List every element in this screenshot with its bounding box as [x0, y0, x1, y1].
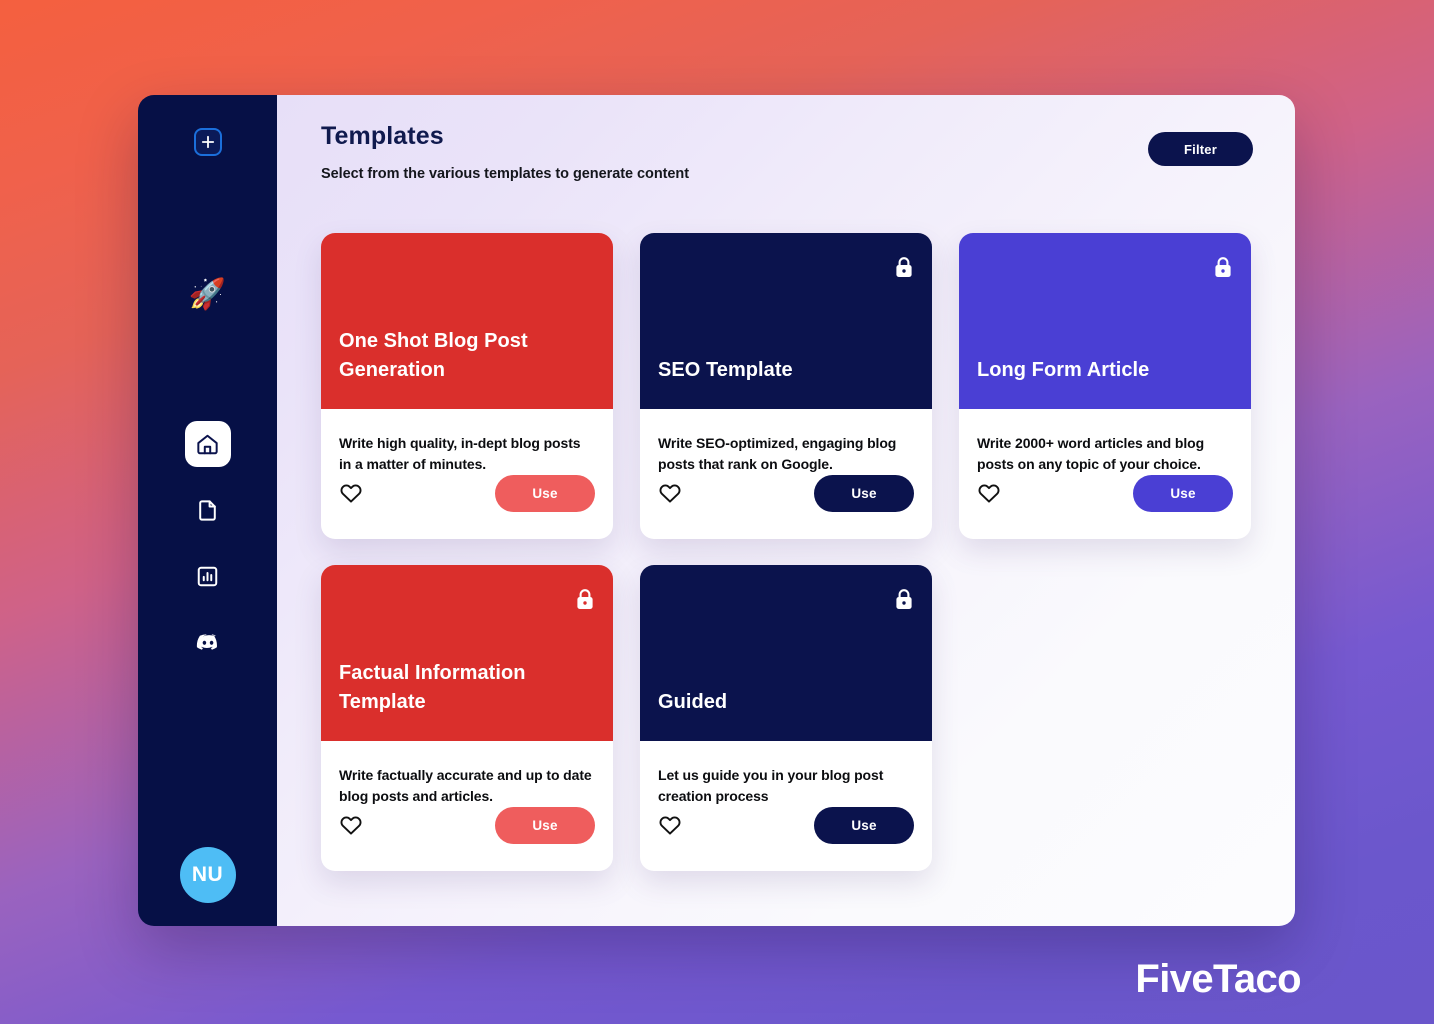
heart-icon	[977, 482, 1001, 506]
template-card-header: SEO Template	[640, 233, 932, 409]
fivetaco-watermark: FiveTaco	[1135, 957, 1301, 1001]
template-card-body: Write factually accurate and up to date …	[321, 741, 613, 871]
template-card-header: Guided	[640, 565, 932, 741]
template-title: SEO Template	[658, 359, 793, 381]
template-card-header: Factual Information Template	[321, 565, 613, 741]
template-card-body: Write high quality, in-dept blog posts i…	[321, 409, 613, 539]
plus-icon	[201, 135, 215, 149]
lock-icon	[895, 257, 913, 278]
page-subtitle: Select from the various templates to gen…	[321, 166, 689, 182]
use-button[interactable]: Use	[495, 475, 595, 512]
template-card-header: One Shot Blog Post Generation	[321, 233, 613, 409]
lock-icon	[895, 589, 913, 610]
template-card-actions: Use	[658, 475, 914, 539]
heart-icon	[339, 814, 363, 838]
template-description: Write high quality, in-dept blog posts i…	[339, 435, 581, 472]
sidebar-item-documents[interactable]	[185, 487, 231, 533]
discord-icon	[195, 629, 221, 655]
favorite-button[interactable]	[977, 482, 1001, 506]
template-title: One Shot Blog Post Generation	[339, 330, 528, 381]
favorite-button[interactable]	[339, 482, 363, 506]
page-header: Templates Select from the various templa…	[321, 122, 1253, 182]
document-icon	[195, 498, 220, 523]
template-card[interactable]: SEO Template Write SEO-optimized, engagi…	[640, 233, 932, 539]
add-button[interactable]	[193, 128, 222, 156]
template-description: Write SEO-optimized, engaging blog posts…	[658, 435, 897, 472]
use-button[interactable]: Use	[1133, 475, 1233, 512]
home-icon	[195, 432, 220, 457]
use-button[interactable]: Use	[814, 807, 914, 844]
use-button[interactable]: Use	[495, 807, 595, 844]
sidebar: 🚀 NU	[138, 95, 277, 926]
main-content: Templates Select from the various templa…	[277, 95, 1295, 926]
template-card[interactable]: Long Form Article Write 2000+ word artic…	[959, 233, 1251, 539]
template-card-actions: Use	[339, 807, 595, 871]
template-card[interactable]: Guided Let us guide you in your blog pos…	[640, 565, 932, 871]
sidebar-item-analytics[interactable]	[185, 553, 231, 599]
favorite-button[interactable]	[658, 814, 682, 838]
heart-icon	[658, 482, 682, 506]
app-window: 🚀 NU Templates Select from the various t…	[138, 95, 1295, 926]
avatar-initials: NU	[191, 863, 224, 886]
template-title: Guided	[658, 691, 728, 713]
template-description: Write factually accurate and up to date …	[339, 767, 592, 804]
sidebar-item-discord[interactable]	[185, 619, 231, 665]
lock-icon	[1214, 257, 1232, 278]
rocket-icon: 🚀	[188, 278, 227, 311]
template-card[interactable]: Factual Information Template Write factu…	[321, 565, 613, 871]
favorite-button[interactable]	[339, 814, 363, 838]
template-card[interactable]: One Shot Blog Post Generation Write high…	[321, 233, 613, 539]
template-description: Let us guide you in your blog post creat…	[658, 767, 884, 804]
avatar[interactable]: NU	[179, 847, 236, 903]
use-button[interactable]: Use	[814, 475, 914, 512]
sidebar-item-home[interactable]	[184, 421, 231, 467]
template-title: Factual Information Template	[339, 662, 526, 713]
template-card-body: Write SEO-optimized, engaging blog posts…	[640, 409, 932, 539]
page-heading-group: Templates Select from the various templa…	[321, 122, 689, 182]
template-card-grid: One Shot Blog Post Generation Write high…	[321, 233, 1253, 871]
template-card-actions: Use	[339, 475, 595, 539]
favorite-button[interactable]	[658, 482, 682, 506]
template-card-actions: Use	[977, 475, 1233, 539]
template-card-body: Write 2000+ word articles and blog posts…	[959, 409, 1251, 539]
filter-button[interactable]: Filter	[1148, 132, 1253, 166]
lock-icon	[576, 589, 594, 610]
template-description: Write 2000+ word articles and blog posts…	[977, 435, 1205, 472]
heart-icon	[339, 482, 363, 506]
template-card-actions: Use	[658, 807, 914, 871]
sidebar-nav	[184, 421, 231, 665]
page-title: Templates	[321, 122, 444, 150]
bar-chart-icon	[195, 564, 220, 589]
template-card-header: Long Form Article	[959, 233, 1251, 409]
template-card-body: Let us guide you in your blog post creat…	[640, 741, 932, 871]
heart-icon	[658, 814, 682, 838]
template-title: Long Form Article	[977, 359, 1150, 381]
